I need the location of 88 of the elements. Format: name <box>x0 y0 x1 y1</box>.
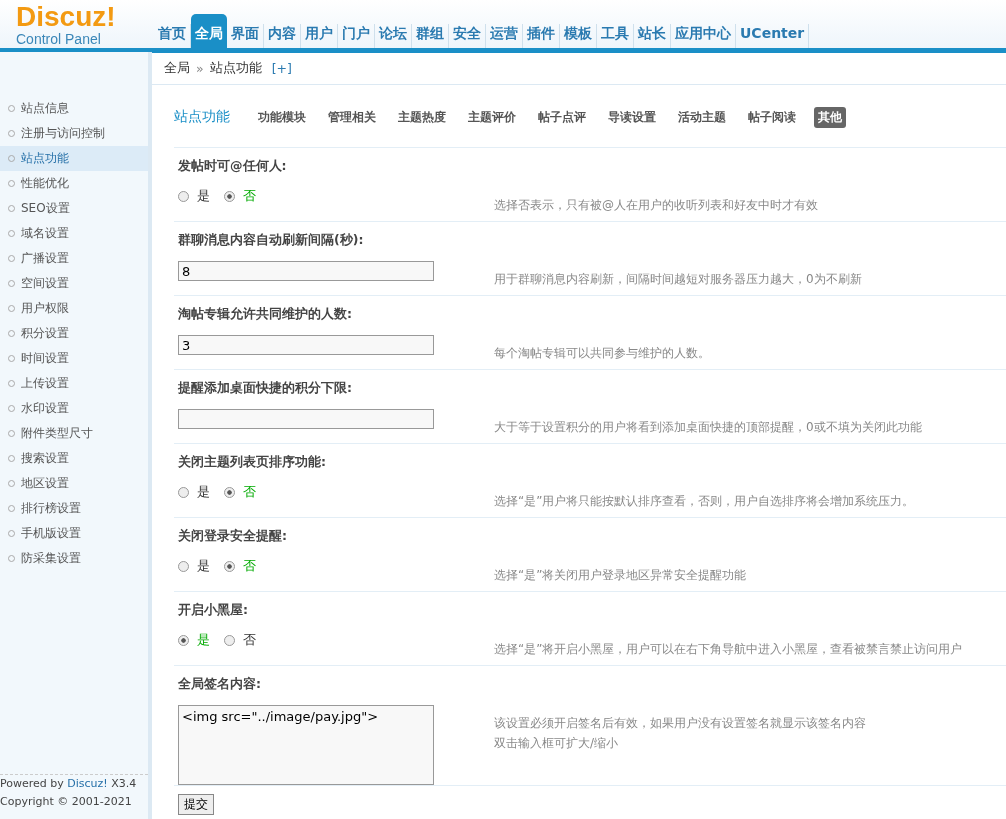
sidebar-item[interactable]: 站点功能 <box>0 146 148 171</box>
textarea-field[interactable]: <img src="../image/pay.jpg"> <box>178 705 434 785</box>
nav-tab[interactable]: 用户 <box>301 24 338 48</box>
setting-label: 关闭主题列表页排序功能: <box>178 453 327 471</box>
nav-tab[interactable]: 论坛 <box>375 24 412 48</box>
nav-tab[interactable]: 全局 <box>191 14 227 48</box>
sidebar-item[interactable]: 上传设置 <box>0 371 148 396</box>
nav-tab[interactable]: 门户 <box>338 24 375 48</box>
text-field[interactable]: 8 <box>178 261 434 281</box>
copyright-text: Copyright © 2001-2021 <box>0 794 133 810</box>
setting-description: 选择“是”将关闭用户登录地区异常安全提醒功能 <box>494 567 747 584</box>
nav-tab[interactable]: 工具 <box>597 24 634 48</box>
nav-tab[interactable]: 群组 <box>412 24 449 48</box>
sidebar-item[interactable]: 用户权限 <box>0 296 148 321</box>
nav-tab[interactable]: 站长 <box>634 24 671 48</box>
setting-description: 选择否表示，只有被@人在用户的收听列表和好友中时才有效 <box>494 197 818 214</box>
setting-hint: 双击输入框可扩大/缩小 <box>494 735 620 752</box>
nav-tab[interactable]: UCenter <box>736 24 810 48</box>
radio-label[interactable]: 否 <box>243 631 256 649</box>
sidebar-item[interactable]: 搜索设置 <box>0 446 148 471</box>
version-text: X3.4 <box>111 777 137 790</box>
setting-label: 关闭登录安全提醒: <box>178 527 288 545</box>
setting-label: 提醒添加桌面快捷的积分下限: <box>178 379 353 397</box>
nav-tab[interactable]: 模板 <box>560 24 597 48</box>
nav-tab[interactable]: 应用中心 <box>671 24 736 48</box>
sub-tab[interactable]: 帖子阅读 <box>744 106 800 128</box>
sidebar-item[interactable]: 空间设置 <box>0 271 148 296</box>
sub-tab[interactable]: 其他 <box>814 106 846 128</box>
logo-text: Discuz! <box>16 4 116 30</box>
nav-tab[interactable]: 内容 <box>264 24 301 48</box>
radio-label[interactable]: 是 <box>197 187 210 205</box>
setting-label: 发帖时可@任何人: <box>178 157 288 175</box>
sidebar-item[interactable]: SEO设置 <box>0 196 148 221</box>
breadcrumb-item[interactable]: 全局 <box>164 60 190 77</box>
radio-button[interactable] <box>178 190 189 202</box>
nav-tab[interactable]: 安全 <box>449 24 486 48</box>
logo-subtitle: Control Panel <box>16 31 101 47</box>
setting-description: 大于等于设置积分的用户将看到添加桌面快捷的顶部提醒，0或不填为关闭此功能 <box>494 419 922 436</box>
powered-text: Powered by <box>0 777 64 790</box>
radio-button[interactable] <box>178 560 189 572</box>
radio-label[interactable]: 是 <box>197 557 210 575</box>
sub-tab[interactable]: 管理相关 <box>324 106 380 128</box>
breadcrumb-separator: » <box>196 61 204 76</box>
sidebar-item[interactable]: 广播设置 <box>0 246 148 271</box>
sub-tab[interactable]: 导读设置 <box>604 106 660 128</box>
radio-button[interactable] <box>224 560 235 572</box>
nav-tab[interactable]: 运营 <box>486 24 523 48</box>
radio-button[interactable] <box>178 486 189 498</box>
setting-label: 开启小黑屋: <box>178 601 249 619</box>
text-field[interactable]: 3 <box>178 335 434 355</box>
submit-button[interactable]: 提交 <box>178 794 214 815</box>
sidebar-item[interactable]: 注册与访问控制 <box>0 121 148 146</box>
sub-tab[interactable]: 主题热度 <box>394 106 450 128</box>
brand-link[interactable]: Discuz! <box>67 777 108 790</box>
add-shortcut-link[interactable]: [+] <box>271 61 292 76</box>
text-field[interactable] <box>178 409 434 429</box>
nav-tab[interactable]: 插件 <box>523 24 560 48</box>
radio-label[interactable]: 是 <box>197 483 210 501</box>
sidebar-item[interactable]: 站点信息 <box>0 96 148 121</box>
setting-label: 淘帖专辑允许共同维护的人数: <box>178 305 353 323</box>
radio-button[interactable] <box>224 190 235 202</box>
sidebar-item[interactable]: 手机版设置 <box>0 521 148 546</box>
nav-tab[interactable]: 界面 <box>227 24 264 48</box>
radio-button[interactable] <box>224 486 235 498</box>
sidebar-item[interactable]: 积分设置 <box>0 321 148 346</box>
setting-label: 全局签名内容: <box>178 675 262 693</box>
sidebar-item[interactable]: 水印设置 <box>0 396 148 421</box>
setting-description: 选择“是”用户将只能按默认排序查看，否则，用户自选排序将会增加系统压力。 <box>494 493 915 510</box>
sidebar-item[interactable]: 防采集设置 <box>0 546 148 571</box>
setting-description: 选择“是”将开启小黑屋，用户可以在右下角导航中进入小黑屋，查看被禁言禁止访问用户 <box>494 641 963 658</box>
sidebar-item[interactable]: 域名设置 <box>0 221 148 246</box>
setting-description: 该设置必须开启签名后有效，如果用户没有设置签名就显示该签名内容 <box>494 715 866 732</box>
sub-tab[interactable]: 功能模块 <box>254 106 310 128</box>
setting-description: 用于群聊消息内容刷新，间隔时间越短对服务器压力越大，0为不刷新 <box>494 271 862 288</box>
sidebar-item[interactable]: 时间设置 <box>0 346 148 371</box>
sidebar-item[interactable]: 排行榜设置 <box>0 496 148 521</box>
page-title: 站点功能 <box>174 108 230 126</box>
sub-tab[interactable]: 主题评价 <box>464 106 520 128</box>
sidebar-item[interactable]: 附件类型尺寸 <box>0 421 148 446</box>
breadcrumb-item: 站点功能 <box>209 60 262 77</box>
radio-button[interactable] <box>224 634 235 646</box>
sub-tab[interactable]: 帖子点评 <box>534 106 590 128</box>
sidebar-item[interactable]: 地区设置 <box>0 471 148 496</box>
sub-tab[interactable]: 活动主题 <box>674 106 730 128</box>
sidebar-item[interactable]: 性能优化 <box>0 171 148 196</box>
setting-label: 群聊消息内容自动刷新间隔(秒): <box>178 231 365 249</box>
radio-button[interactable] <box>178 634 189 646</box>
setting-description: 每个淘帖专辑可以共同参与维护的人数。 <box>494 345 710 362</box>
